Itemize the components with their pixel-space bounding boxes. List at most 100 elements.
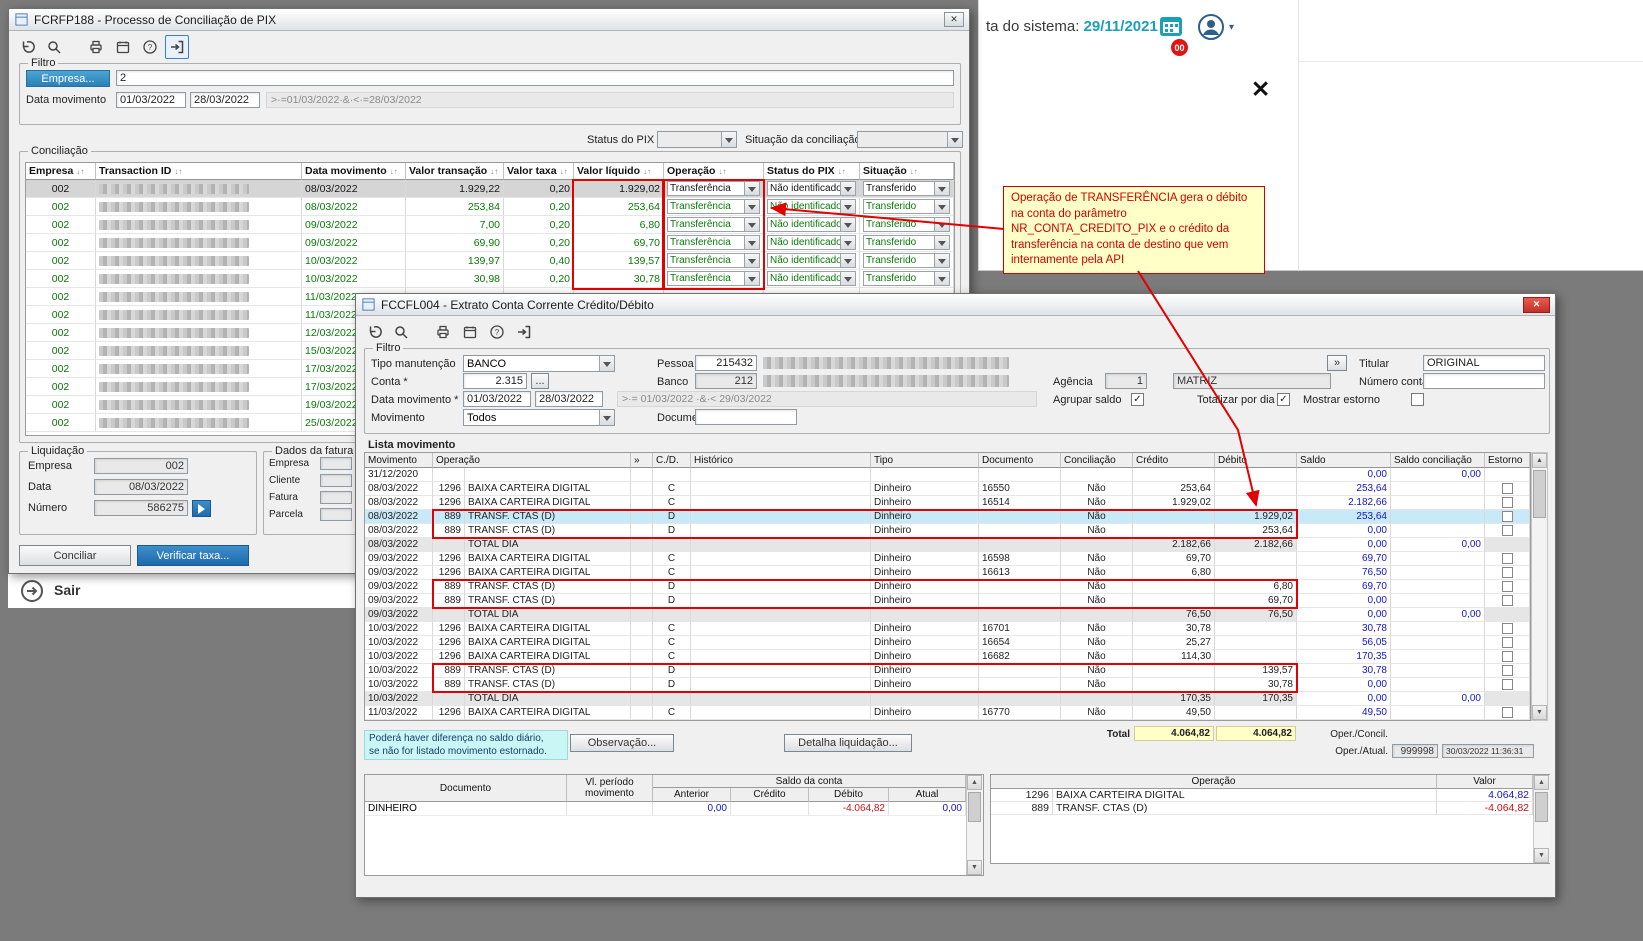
situacao-conciliacao-combo[interactable]: [857, 131, 963, 148]
search-icon[interactable]: [389, 320, 413, 344]
calendar-icon[interactable]: [111, 35, 135, 59]
estorno-checkbox[interactable]: [1501, 567, 1513, 578]
row-combo[interactable]: Não identificado: [767, 271, 856, 286]
column-header[interactable]: Valor taxa ↓↑: [504, 163, 574, 180]
column-header[interactable]: Saldo conciliação: [1391, 453, 1485, 468]
dropdown-arrow-icon[interactable]: [934, 236, 949, 249]
date-to-field[interactable]: 28/03/2022: [190, 92, 260, 108]
numero-conta-field[interactable]: [1423, 373, 1545, 389]
dropdown-arrow-icon[interactable]: [934, 218, 949, 231]
operacao-row[interactable]: 889 TRANSF. CTAS (D) -4.064,82: [991, 802, 1533, 815]
extrato-grid-row[interactable]: 10/03/2022 1296 BAIXA CARTEIRA DIGITAL C Din…: [365, 650, 1530, 664]
column-header[interactable]: Tipo: [871, 453, 979, 468]
estorno-checkbox[interactable]: [1501, 595, 1513, 606]
extrato-grid-row[interactable]: 09/03/2022 889 TRANSF. CTAS (D) D Dinheiro Nã…: [365, 580, 1530, 594]
column-header[interactable]: Movimento: [365, 453, 433, 468]
row-combo[interactable]: Transferência: [667, 217, 760, 232]
extrato-grid-scrollbar[interactable]: ▲ ▼: [1531, 452, 1548, 721]
search-icon[interactable]: [42, 35, 66, 59]
extrato-grid-row[interactable]: 08/03/2022 1296 BAIXA CARTEIRA DIGITAL C Din…: [365, 496, 1530, 510]
row-combo[interactable]: Transferido: [863, 181, 950, 196]
extrato-grid-row[interactable]: 10/03/2022 1296 BAIXA CARTEIRA DIGITAL C Din…: [365, 622, 1530, 636]
dropdown-arrow-icon[interactable]: [599, 356, 614, 371]
extrato-grid-row[interactable]: 10/03/2022 889 TRANSF. CTAS (D) D Dinheiro Nã…: [365, 678, 1530, 692]
extrato-date-to-field[interactable]: 28/03/2022: [535, 391, 603, 407]
row-combo[interactable]: Transferido: [863, 235, 950, 250]
estorno-checkbox[interactable]: [1501, 483, 1513, 494]
empresa-button[interactable]: Empresa...: [26, 70, 110, 87]
dropdown-arrow-icon[interactable]: [947, 132, 962, 147]
column-header[interactable]: Data movimento ↓↑: [302, 163, 406, 180]
pix-window-titlebar[interactable]: FCRFP188 - Processo de Conciliação de PI…: [9, 9, 969, 31]
pix-grid-row[interactable]: 002 08/03/2022 253,84 0,20 253,64 Transferênc…: [26, 198, 954, 216]
estorno-checkbox[interactable]: [1501, 581, 1513, 592]
dropdown-arrow-icon[interactable]: [840, 218, 855, 231]
column-header[interactable]: Operação: [433, 453, 631, 468]
totalizar-checkbox[interactable]: ✓: [1277, 393, 1290, 406]
print-icon[interactable]: [84, 35, 108, 59]
extrato-grid-row[interactable]: 08/03/2022 1296 BAIXA CARTEIRA DIGITAL C Din…: [365, 482, 1530, 496]
pix-grid-row[interactable]: 002 09/03/2022 7,00 0,20 6,80 Transferência Nã…: [26, 216, 954, 234]
operacao-row[interactable]: 1296 BAIXA CARTEIRA DIGITAL 4.064,82: [991, 789, 1533, 802]
dropdown-arrow-icon[interactable]: [744, 236, 759, 249]
saldo-conta-scrollbar[interactable]: ▲ ▼: [966, 775, 983, 875]
movimento-combo[interactable]: Todos: [463, 409, 615, 426]
dropdown-arrow-icon[interactable]: [840, 272, 855, 285]
column-header[interactable]: Valor líquido ↓↑: [574, 163, 664, 180]
exit-icon[interactable]: [512, 320, 536, 344]
row-combo[interactable]: Não identificado: [767, 253, 856, 268]
detalha-liquidacao-button[interactable]: Detalha liquidação...: [784, 734, 912, 752]
row-combo[interactable]: Transferência: [667, 253, 760, 268]
column-header[interactable]: Histórico: [691, 453, 871, 468]
conta-field[interactable]: 2.315: [463, 373, 527, 389]
row-combo[interactable]: Não identificado: [767, 181, 856, 196]
dropdown-arrow-icon[interactable]: [934, 272, 949, 285]
column-header[interactable]: Conciliação: [1061, 453, 1133, 468]
column-header[interactable]: Crédito: [1133, 453, 1215, 468]
extrato-window-close-button[interactable]: ✕: [1523, 296, 1550, 313]
open-liquidacao-button[interactable]: [192, 500, 211, 517]
pix-grid-row[interactable]: 002 09/03/2022 69,90 0,20 69,70 Transferência…: [26, 234, 954, 252]
pix-grid-row[interactable]: 002 08/03/2022 1.929,22 0,20 1.929,02 Transfe…: [26, 180, 954, 198]
row-combo[interactable]: Transferido: [863, 217, 950, 232]
help-icon[interactable]: ?: [485, 320, 509, 344]
row-combo[interactable]: Transferido: [863, 271, 950, 286]
empresa-value-field[interactable]: 2: [116, 70, 954, 86]
estorno-checkbox[interactable]: [1501, 651, 1513, 662]
close-panel-icon[interactable]: ✕: [1251, 76, 1270, 103]
extrato-grid-row[interactable]: 11/03/2022 1296 BAIXA CARTEIRA DIGITAL C Din…: [365, 706, 1530, 720]
row-combo[interactable]: Transferido: [863, 199, 950, 214]
estorno-checkbox[interactable]: [1501, 497, 1513, 508]
print-icon[interactable]: [431, 320, 455, 344]
dropdown-arrow-icon[interactable]: [934, 182, 949, 195]
column-header[interactable]: Empresa ↓↑: [26, 163, 96, 180]
row-combo[interactable]: Transferência: [667, 199, 760, 214]
column-header[interactable]: Débito: [1215, 453, 1297, 468]
calendar-icon[interactable]: [458, 320, 482, 344]
user-avatar-icon[interactable]: [1197, 13, 1225, 41]
estorno-checkbox[interactable]: [1501, 525, 1513, 536]
date-from-field[interactable]: 01/03/2022: [116, 92, 186, 108]
extrato-grid-row[interactable]: 10/03/2022 TOTAL DIA 170,35 170,35 0,00 0,00: [365, 692, 1530, 706]
row-combo[interactable]: Não identificado: [767, 199, 856, 214]
estorno-checkbox[interactable]: [1501, 637, 1513, 648]
verificar-taxa-button[interactable]: Verificar taxa...: [137, 545, 249, 566]
dropdown-arrow-icon[interactable]: [744, 200, 759, 213]
row-combo[interactable]: Não identificado: [767, 217, 856, 232]
documento-field[interactable]: [695, 409, 797, 425]
dropdown-arrow-icon[interactable]: [721, 132, 736, 147]
undo-icon[interactable]: [362, 320, 386, 344]
expand-button[interactable]: »: [1327, 355, 1347, 371]
estorno-checkbox[interactable]: [1501, 553, 1513, 564]
dropdown-arrow-icon[interactable]: [840, 200, 855, 213]
row-combo[interactable]: Transferência: [667, 235, 760, 250]
column-header[interactable]: »: [631, 453, 653, 468]
resumo-operacao-scrollbar[interactable]: ▲ ▼: [1533, 775, 1550, 863]
status-pix-combo[interactable]: [657, 131, 737, 148]
pix-window-close-button[interactable]: ✕: [944, 12, 964, 27]
extrato-grid-row[interactable]: 09/03/2022 1296 BAIXA CARTEIRA DIGITAL C Din…: [365, 566, 1530, 580]
dropdown-arrow-icon[interactable]: [744, 218, 759, 231]
tipo-manutencao-combo[interactable]: BANCO: [463, 355, 615, 372]
titular-field[interactable]: ORIGINAL: [1423, 355, 1545, 371]
column-header[interactable]: Saldo: [1297, 453, 1391, 468]
